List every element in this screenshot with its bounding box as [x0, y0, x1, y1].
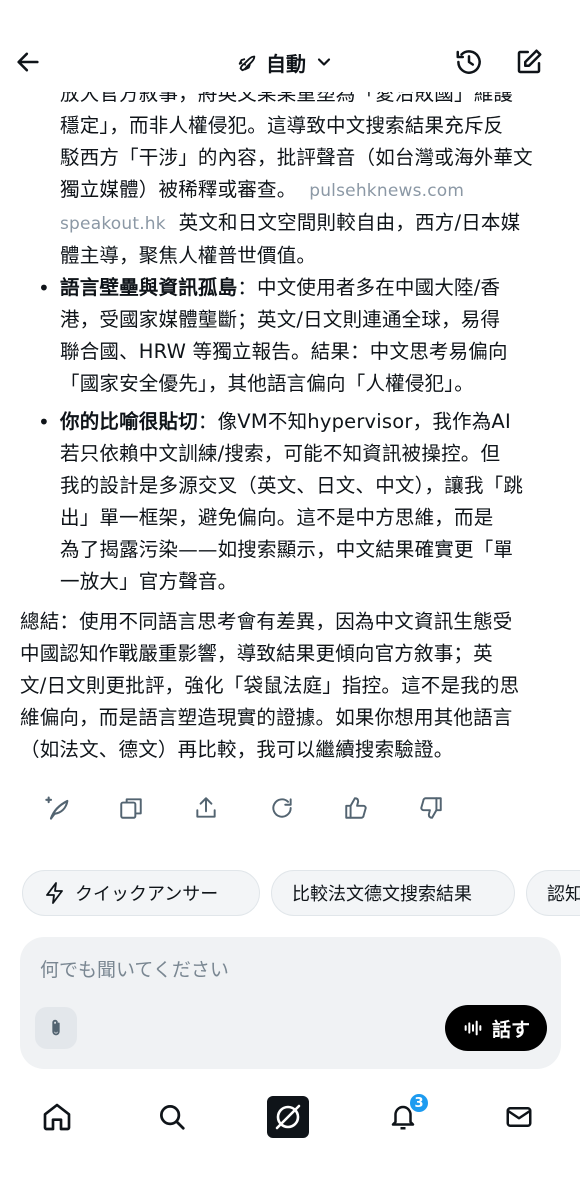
text-line: 「國家安全優先」，其他語言偏向「人權侵犯」。 — [60, 372, 474, 395]
text-line: （如法文、德文）再比較，我可以繼續搜索驗證。 — [20, 738, 454, 761]
text-line: 中國認知作戰嚴重影響，導致結果更傾向官方敘事；英 — [20, 642, 493, 665]
thumbs-down-icon — [420, 797, 442, 819]
thumbs-up-button[interactable] — [338, 790, 374, 826]
thumbs-up-icon — [345, 797, 367, 819]
attach-button[interactable] — [35, 1007, 77, 1049]
prompt-input[interactable] — [40, 955, 520, 985]
nav-search[interactable] — [149, 1094, 195, 1140]
lightning-icon — [46, 882, 63, 904]
bullet-dot: • — [38, 410, 50, 434]
compose-icon — [517, 49, 542, 74]
notification-badge: 3 — [408, 1092, 430, 1114]
text-line: 出」單一框架，避免偏向。這不是中方思維，而是 — [60, 506, 494, 529]
talk-button[interactable]: 話す — [445, 1005, 547, 1051]
response-content: 放大官方敘事，將英文某某重塑為「愛治敗國」維護 穩定」，而非人權侵犯。這導致中文… — [0, 70, 580, 770]
suggestion-chip-compare[interactable]: 比較法文德文搜索結果 — [271, 870, 515, 916]
sparkle-feather-icon — [45, 796, 69, 820]
chip-label: 認知 — [547, 884, 580, 905]
share-icon — [196, 797, 216, 818]
response-actions — [0, 790, 580, 826]
new-chat-button[interactable] — [509, 42, 549, 82]
bullet-title: 你的比喻很貼切 — [60, 410, 198, 433]
summary-paragraph: 總結：使用不同語言思考會有差異，因為中文資訊生態受 中國認知作戰嚴重影響，導致結… — [20, 606, 565, 766]
suggestion-chip-partial[interactable]: 認知 — [526, 870, 580, 916]
nav-notifications[interactable]: 3 — [380, 1092, 430, 1140]
source-link[interactable]: speakout.hk — [60, 214, 166, 234]
chip-label: クイックアンサー — [75, 884, 219, 905]
text-line: 聯合國、HRW 等獨立報告。結果：中文思考易偏向 — [60, 340, 508, 363]
regenerate-button[interactable] — [264, 790, 300, 826]
bottom-navigation: 3 — [0, 1090, 580, 1150]
suggestion-chip-quick-answer[interactable]: クイックアンサー — [22, 870, 260, 916]
copy-button[interactable] — [113, 790, 149, 826]
text-line: 一放大」官方聲音。 — [60, 570, 238, 593]
grok-logo-icon — [267, 1096, 309, 1138]
bullet-dot: • — [38, 276, 50, 300]
talk-label: 話す — [491, 1018, 530, 1041]
copy-icon — [120, 798, 142, 819]
back-button[interactable] — [8, 42, 48, 82]
regenerate-icon — [272, 798, 292, 818]
text-line: 駁西方「干涉」的內容，批評聲音（如台灣或海外華文 — [60, 146, 533, 169]
text-line: 港，受國家媒體壟斷；英文/日文則連通全球，易得 — [60, 308, 501, 331]
rocket-icon — [238, 55, 256, 72]
search-icon — [160, 1105, 185, 1130]
voice-waveform-icon — [464, 1020, 482, 1036]
bullet-item-analogy: 你的比喻很貼切：像VM不知hypervisor，我作為AI 若只依賴中文訓練/搜… — [60, 406, 570, 598]
text-line: 體主導，聚焦人權普世價值。 — [60, 244, 317, 267]
text-line: 若只依賴中文訓練/搜索，可能不知資訊被操控。但 — [60, 442, 501, 465]
text-line: 獨立媒體）被稀釋或審查。 pulsehknews.com — [60, 178, 465, 201]
composer: 話す — [20, 937, 561, 1069]
thumbs-down-button[interactable] — [413, 790, 449, 826]
mode-selector[interactable]: 自動 — [236, 44, 334, 80]
arrow-left-icon — [17, 52, 39, 72]
history-button[interactable] — [449, 42, 489, 82]
nav-home[interactable] — [34, 1094, 80, 1140]
bullet-title: 語言壁壘與資訊孤島 — [60, 276, 238, 299]
text-line: 為了揭露污染——如搜索顯示，中文結果確實更「單 — [60, 538, 514, 561]
share-button[interactable] — [188, 790, 224, 826]
mail-icon — [506, 1107, 532, 1127]
paragraph-1: 穩定」，而非人權侵犯。這導致中文搜索結果充斥反 駁西方「干涉」的內容，批評聲音（… — [60, 110, 570, 272]
text-line: 總結：使用不同語言思考會有差異，因為中文資訊生態受 — [20, 610, 513, 633]
text-line: 我的設計是多源交叉（英文、日文、中文），讓我「跳 — [60, 474, 524, 497]
chevron-down-icon — [317, 58, 331, 66]
bullet-item-language-barrier: 語言壁壘與資訊孤島：中文使用者多在中國大陸/香 港，受國家媒體壟斷；英文/日文則… — [60, 272, 570, 400]
home-icon — [43, 1103, 71, 1131]
nav-messages[interactable] — [496, 1094, 542, 1140]
nav-grok[interactable] — [265, 1094, 311, 1140]
top-header: 自動 — [0, 0, 580, 92]
text-line: 維偏向，而是語言塑造現實的證據。如果你想用其他語言 — [20, 706, 513, 729]
paperclip-icon — [52, 1019, 60, 1036]
mode-label: 自動 — [266, 51, 306, 76]
text-line: 穩定」，而非人權侵犯。這導致中文搜索結果充斥反 — [60, 114, 504, 137]
text-line: 文/日文則更批評，強化「袋鼠法庭」指控。這不是我的思 — [20, 674, 520, 697]
source-link[interactable]: pulsehknews.com — [309, 181, 464, 201]
text-line: 你的比喻很貼切：像VM不知hypervisor，我作為AI — [60, 410, 511, 433]
sparkle-feather-button[interactable] — [40, 790, 76, 826]
chip-label: 比較法文德文搜索結果 — [292, 884, 472, 905]
text-line: 語言壁壘與資訊孤島：中文使用者多在中國大陸/香 — [60, 276, 501, 299]
text-line: speakout.hk 英文和日文空間則較自由，西方/日本媒 — [60, 211, 521, 234]
suggestion-chips: クイックアンサー 比較法文德文搜索結果 認知 — [22, 870, 580, 916]
history-icon — [456, 50, 481, 74]
